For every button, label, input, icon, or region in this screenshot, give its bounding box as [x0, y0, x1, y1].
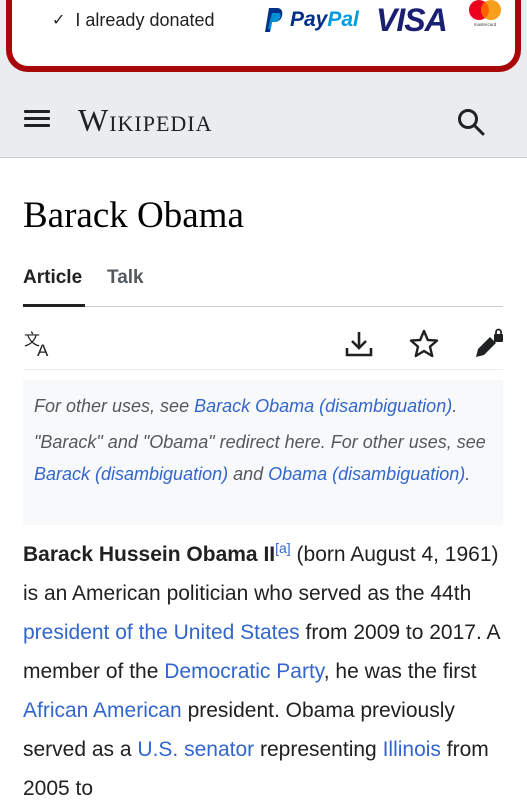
illinois-link[interactable]: Illinois — [383, 738, 441, 761]
donation-banner: ✓ I already donated Pay Pal VISA masterca… — [6, 0, 521, 72]
hatnote-line: For other uses, see Barack Obama (disamb… — [34, 390, 492, 422]
svg-text:A: A — [37, 341, 49, 360]
main-menu-button[interactable] — [22, 106, 52, 134]
page-title: Barack Obama — [23, 195, 244, 236]
check-icon: ✓ — [52, 12, 66, 29]
article-subject-name: Barack Hussein Obama II — [23, 543, 276, 566]
hatnote: For other uses, see Barack Obama (disamb… — [23, 380, 503, 525]
paypal-text-pal: Pal — [327, 8, 359, 31]
paypal-logo: Pay Pal — [264, 6, 359, 34]
hatnote-text: "Barack" and "Obama" redirect here. For … — [34, 432, 486, 452]
president-link[interactable]: president of the United States — [23, 621, 300, 644]
hatnote-line: "Barack" and "Obama" redirect here. For … — [34, 426, 492, 490]
visa-logo: VISA — [376, 2, 448, 38]
democratic-party-link[interactable]: Democratic Party — [164, 660, 323, 683]
hatnote-text: . — [452, 396, 458, 416]
paypal-mark-icon — [265, 8, 283, 32]
edit-locked-icon[interactable] — [473, 328, 505, 360]
menu-bar — [24, 110, 50, 113]
language-icon[interactable]: 文 A — [23, 328, 55, 360]
lead-text: representing — [254, 738, 383, 761]
tab-article[interactable]: Article — [23, 265, 85, 307]
us-senator-link[interactable]: U.S. senator — [137, 738, 254, 761]
namespace-tabs: Article Talk — [23, 265, 503, 307]
menu-bar — [24, 117, 50, 120]
lead-paragraph: Barack Hussein Obama II[a] (born August … — [23, 535, 513, 800]
download-icon[interactable] — [343, 328, 375, 360]
already-donated-label: I already donated — [75, 9, 215, 30]
disambiguation-link[interactable]: Barack Obama (disambiguation) — [194, 396, 452, 416]
already-donated-button[interactable]: ✓ I already donated — [52, 8, 215, 32]
search-icon[interactable] — [455, 106, 487, 138]
hatnote-text: and — [228, 464, 269, 484]
site-header: Wikipedia — [0, 82, 527, 158]
paypal-text-pay: Pay — [290, 8, 328, 31]
watch-star-icon[interactable] — [408, 328, 440, 360]
african-american-link[interactable]: African American — [23, 699, 182, 722]
page-actions-toolbar: 文 A — [23, 320, 503, 370]
lead-text: , he was the first — [323, 660, 477, 683]
hatnote-text: For other uses, see — [34, 396, 195, 416]
barack-disambiguation-link[interactable]: Barack (disambiguation) — [34, 464, 228, 484]
svg-text:mastercard: mastercard — [474, 22, 497, 27]
tab-talk[interactable]: Talk — [107, 265, 144, 307]
obama-disambiguation-link[interactable]: Obama (disambiguation) — [268, 464, 465, 484]
reference-link[interactable]: [a] — [275, 540, 291, 556]
mastercard-logo-icon: mastercard — [469, 0, 501, 27]
menu-bar — [24, 124, 50, 127]
hatnote-text: . — [465, 464, 471, 484]
wikipedia-logo[interactable]: Wikipedia — [78, 102, 213, 139]
